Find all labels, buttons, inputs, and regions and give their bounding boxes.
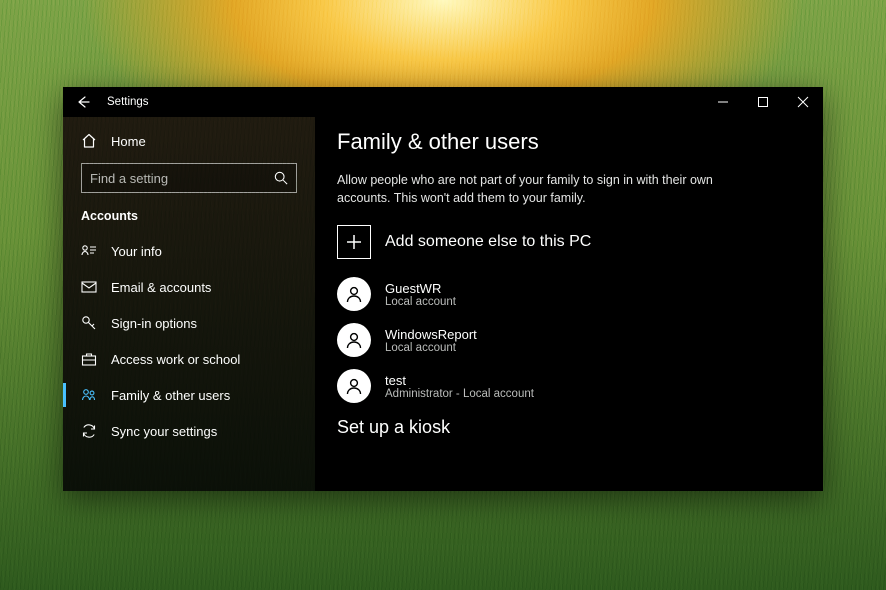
kiosk-heading: Set up a kiosk	[337, 417, 801, 438]
page-heading: Family & other users	[337, 129, 801, 155]
user-text: test Administrator - Local account	[385, 373, 534, 400]
user-text: GuestWR Local account	[385, 281, 456, 308]
user-text: WindowsReport Local account	[385, 327, 477, 354]
user-name: WindowsReport	[385, 327, 477, 342]
avatar-icon	[337, 369, 371, 403]
sidebar-category-label: Accounts	[63, 203, 315, 233]
user-entry[interactable]: GuestWR Local account	[337, 277, 801, 311]
maximize-button[interactable]	[743, 87, 783, 117]
content-area: Family & other users Allow people who ar…	[315, 117, 823, 491]
back-button[interactable]	[63, 87, 103, 117]
sidebar-item-email-accounts[interactable]: Email & accounts	[63, 269, 315, 305]
sidebar-item-label: Email & accounts	[111, 280, 211, 295]
user-name: GuestWR	[385, 281, 456, 296]
person-card-icon	[81, 243, 97, 259]
briefcase-icon	[81, 351, 97, 367]
search-container	[63, 159, 315, 203]
sidebar-item-your-info[interactable]: Your info	[63, 233, 315, 269]
sidebar-item-label: Sign-in options	[111, 316, 197, 331]
sidebar-item-signin-options[interactable]: Sign-in options	[63, 305, 315, 341]
user-subtitle: Administrator - Local account	[385, 388, 534, 400]
sidebar-item-sync-settings[interactable]: Sync your settings	[63, 413, 315, 449]
user-subtitle: Local account	[385, 342, 477, 354]
user-subtitle: Local account	[385, 296, 456, 308]
user-entry[interactable]: test Administrator - Local account	[337, 369, 801, 403]
page-description: Allow people who are not part of your fa…	[337, 171, 717, 207]
close-button[interactable]	[783, 87, 823, 117]
sidebar-item-label: Sync your settings	[111, 424, 217, 439]
sidebar-item-label: Access work or school	[111, 352, 240, 367]
window-controls	[703, 87, 823, 117]
key-icon	[81, 315, 97, 331]
search-input[interactable]	[90, 171, 274, 186]
sidebar-item-label: Your info	[111, 244, 162, 259]
mail-icon	[81, 279, 97, 295]
search-box[interactable]	[81, 163, 297, 193]
add-user-button[interactable]: Add someone else to this PC	[337, 225, 801, 259]
window-title: Settings	[103, 96, 149, 108]
sync-icon	[81, 423, 97, 439]
sidebar-home[interactable]: Home	[63, 123, 315, 159]
people-icon	[81, 387, 97, 403]
add-user-label: Add someone else to this PC	[385, 233, 591, 251]
arrow-left-icon	[76, 95, 90, 109]
settings-window: Settings Home	[63, 87, 823, 491]
user-entry[interactable]: WindowsReport Local account	[337, 323, 801, 357]
sidebar-home-label: Home	[111, 134, 146, 149]
sidebar-item-label: Family & other users	[111, 388, 230, 403]
window-body: Home Accounts Your info	[63, 117, 823, 491]
avatar-icon	[337, 323, 371, 357]
user-name: test	[385, 373, 534, 388]
sidebar: Home Accounts Your info	[63, 117, 315, 491]
sidebar-item-family-users[interactable]: Family & other users	[63, 377, 315, 413]
home-icon	[81, 133, 97, 149]
sidebar-item-work-school[interactable]: Access work or school	[63, 341, 315, 377]
avatar-icon	[337, 277, 371, 311]
plus-icon	[337, 225, 371, 259]
minimize-button[interactable]	[703, 87, 743, 117]
search-icon	[274, 171, 288, 185]
titlebar: Settings	[63, 87, 823, 117]
